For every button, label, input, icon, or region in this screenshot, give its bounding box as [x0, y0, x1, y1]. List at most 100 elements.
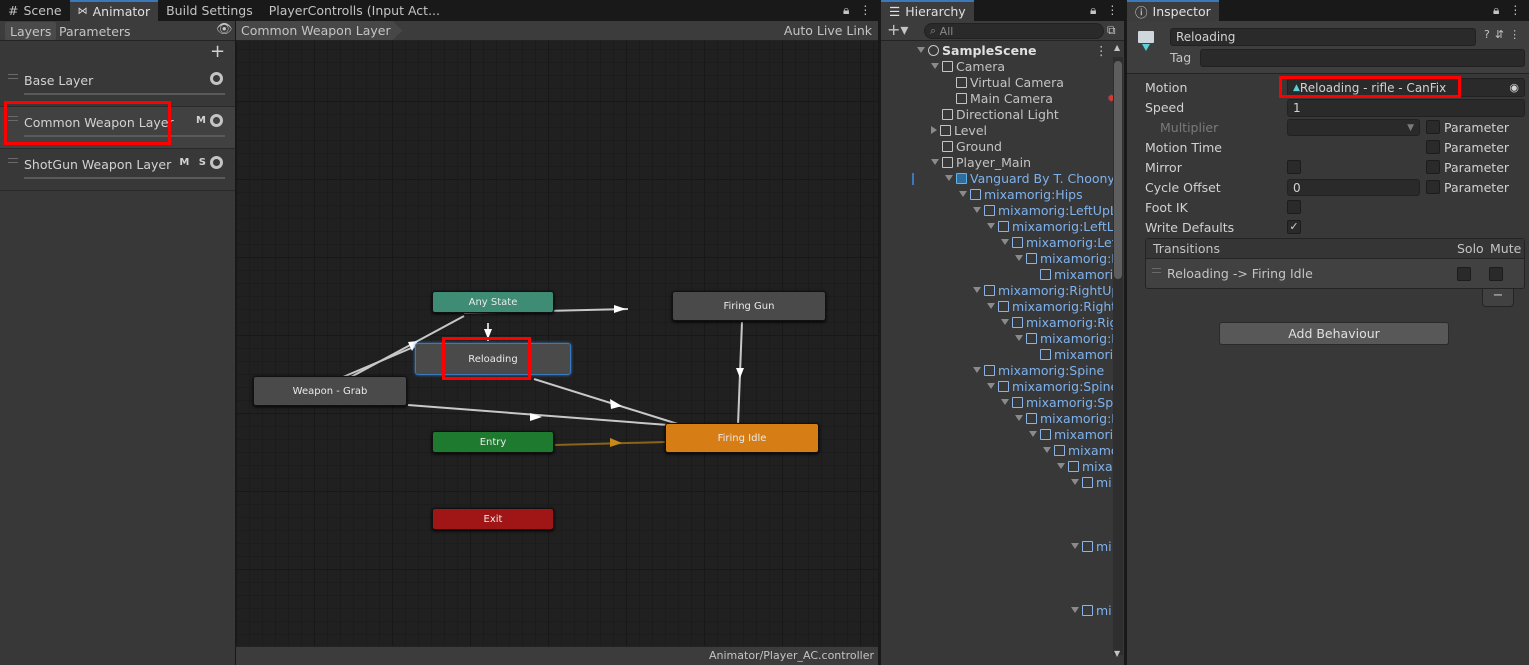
- hierarchy-item[interactable]: Camera: [931, 58, 1005, 74]
- lock-icon[interactable]: 🔒︎: [1090, 3, 1096, 18]
- expand-arrow-icon[interactable]: [1001, 239, 1009, 245]
- tab-inspector[interactable]: ⓘ Inspector: [1127, 0, 1219, 21]
- expand-arrow-icon[interactable]: [973, 207, 981, 213]
- expand-arrow-icon[interactable]: [945, 175, 953, 181]
- expand-arrow-icon[interactable]: [1015, 335, 1023, 341]
- layers-subtab[interactable]: Layers: [5, 22, 57, 40]
- lock-icon[interactable]: 🔒︎: [843, 3, 849, 18]
- add-behaviour-button[interactable]: Add Behaviour: [1219, 322, 1449, 345]
- remove-transition-button[interactable]: −: [1482, 289, 1514, 307]
- tab-scene[interactable]: # Scene: [0, 0, 70, 21]
- hierarchy-item[interactable]: Player_Main: [931, 154, 1031, 170]
- speed-input[interactable]: 1: [1287, 99, 1525, 117]
- state-any-state[interactable]: Any State: [432, 291, 554, 313]
- hierarchy-item[interactable]: mixamorig:L: [1015, 410, 1113, 426]
- add-layer-button[interactable]: +: [210, 41, 225, 62]
- hierarchy-item[interactable]: mixamo: [1043, 442, 1113, 458]
- more-icon[interactable]: ⋮: [1095, 43, 1108, 58]
- lock-icon[interactable]: 🔒︎: [1493, 3, 1499, 18]
- layer-base[interactable]: Base Layer: [0, 65, 235, 107]
- expand-arrow-icon[interactable]: [1057, 463, 1065, 469]
- drag-handle-icon[interactable]: [8, 74, 18, 79]
- foot-ik-checkbox[interactable]: [1287, 200, 1301, 214]
- expand-arrow-icon[interactable]: [1043, 447, 1051, 453]
- expand-arrow-icon[interactable]: [973, 287, 981, 293]
- more-icon[interactable]: ⋮: [1509, 3, 1521, 18]
- hierarchy-item[interactable]: Directional Light: [931, 106, 1059, 122]
- expand-arrow-icon[interactable]: [917, 47, 925, 53]
- expand-arrow-icon[interactable]: [1001, 399, 1009, 405]
- state-weapon-grab[interactable]: Weapon - Grab: [253, 376, 407, 406]
- expand-arrow-icon[interactable]: [1029, 431, 1037, 437]
- hierarchy-item[interactable]: mixamorig:Hips: [959, 186, 1083, 202]
- hierarchy-item[interactable]: mixamorig:Left: [1001, 234, 1113, 250]
- motion-field[interactable]: ▲ Reloading - rifle - CanFix ◉: [1287, 78, 1525, 97]
- hierarchy-item[interactable]: mixa: [1057, 458, 1113, 474]
- hierarchy-scrollbar[interactable]: [1113, 57, 1123, 655]
- hierarchy-item[interactable]: mi: [1071, 538, 1112, 554]
- expand-arrow-icon[interactable]: [1071, 607, 1079, 613]
- hierarchy-item[interactable]: mixamorig:RightUpL: [973, 282, 1113, 298]
- add-object-button[interactable]: +▾: [887, 20, 908, 39]
- state-firing-idle[interactable]: Firing Idle: [665, 423, 819, 453]
- hierarchy-item[interactable]: mixamorig:RightL: [987, 298, 1113, 314]
- drag-handle-icon[interactable]: [1152, 268, 1161, 273]
- collapsed-arrow-icon[interactable]: [931, 126, 937, 134]
- write-defaults-checkbox[interactable]: ✓: [1287, 220, 1301, 234]
- object-picker-icon[interactable]: ◉: [1509, 81, 1519, 94]
- gear-icon[interactable]: [210, 156, 223, 169]
- expand-arrow-icon[interactable]: [987, 303, 995, 309]
- hierarchy-item[interactable]: mixamorig:LeftUpLe: [973, 202, 1113, 218]
- splitter[interactable]: [878, 0, 881, 665]
- gear-icon[interactable]: [210, 114, 223, 127]
- tab-hierarchy[interactable]: ☰ Hierarchy: [881, 0, 974, 21]
- help-icon[interactable]: ?: [1484, 28, 1490, 41]
- hierarchy-item[interactable]: mixamorig: [1029, 426, 1113, 442]
- hierarchy-item[interactable]: mixamorig: [1029, 346, 1113, 362]
- hierarchy-item[interactable]: SampleScene ⋮: [917, 42, 1108, 58]
- expand-arrow-icon[interactable]: [987, 383, 995, 389]
- cycle-offset-input[interactable]: 0: [1287, 179, 1420, 196]
- expand-arrow-icon[interactable]: [987, 223, 995, 229]
- expand-arrow-icon[interactable]: [1015, 255, 1023, 261]
- solo-checkbox[interactable]: [1457, 267, 1471, 281]
- cycle-offset-parameter-checkbox[interactable]: [1426, 180, 1440, 194]
- hierarchy-item[interactable]: Main Camera ✹: [945, 90, 1113, 106]
- hierarchy-item[interactable]: Vanguard By T. Choonyu: [945, 170, 1113, 186]
- hierarchy-item[interactable]: mixamorig:L: [1015, 250, 1113, 266]
- hierarchy-item[interactable]: mi: [1071, 474, 1112, 490]
- drag-handle-icon[interactable]: [8, 158, 18, 163]
- expand-arrow-icon[interactable]: [931, 159, 939, 165]
- gear-icon[interactable]: [210, 72, 223, 85]
- mirror-parameter-checkbox[interactable]: [1426, 160, 1440, 174]
- tab-build-settings[interactable]: Build Settings: [158, 0, 261, 21]
- scroll-thumb[interactable]: [1114, 61, 1122, 279]
- hierarchy-item[interactable]: Ground: [931, 138, 1002, 154]
- hierarchy-item[interactable]: mixamori: [1029, 266, 1113, 282]
- hierarchy-item[interactable]: mixamorig:LeftLe: [987, 218, 1113, 234]
- layer-shotgun-weapon[interactable]: ShotGun Weapon Layer M S: [0, 149, 235, 191]
- hierarchy-item[interactable]: Virtual Camera: [945, 74, 1064, 90]
- object-name-input[interactable]: Reloading: [1170, 28, 1476, 46]
- hierarchy-item[interactable]: mixamorig:Spi: [1001, 394, 1113, 410]
- hierarchy-item[interactable]: mi: [1071, 602, 1112, 618]
- motion-time-parameter-checkbox[interactable]: [1426, 140, 1440, 154]
- state-firing-gun[interactable]: Firing Gun: [672, 291, 826, 321]
- expand-arrow-icon[interactable]: [1015, 415, 1023, 421]
- hierarchy-item[interactable]: Level: [931, 122, 987, 138]
- layer-common-weapon[interactable]: Common Weapon Layer M: [0, 107, 235, 149]
- animator-graph[interactable]: Any State Firing Gun Reloading Weapon - …: [236, 41, 878, 646]
- expand-arrow-icon[interactable]: [1001, 319, 1009, 325]
- splitter[interactable]: [1124, 0, 1127, 665]
- tab-player-controlls[interactable]: PlayerControlls (Input Act...: [261, 0, 448, 21]
- state-exit[interactable]: Exit: [432, 508, 554, 530]
- multiplier-parameter-checkbox[interactable]: [1426, 120, 1440, 134]
- hierarchy-item[interactable]: mixamorig:Righ: [1001, 314, 1113, 330]
- expand-arrow-icon[interactable]: [959, 191, 967, 197]
- hierarchy-search-input[interactable]: ⌕ All: [924, 23, 1104, 39]
- tag-input[interactable]: [1200, 49, 1525, 67]
- transition-row[interactable]: Reloading -> Firing Idle: [1146, 260, 1524, 288]
- eye-icon[interactable]: 👁︎: [216, 22, 233, 37]
- expand-arrow-icon[interactable]: [973, 367, 981, 373]
- state-entry[interactable]: Entry: [432, 431, 554, 453]
